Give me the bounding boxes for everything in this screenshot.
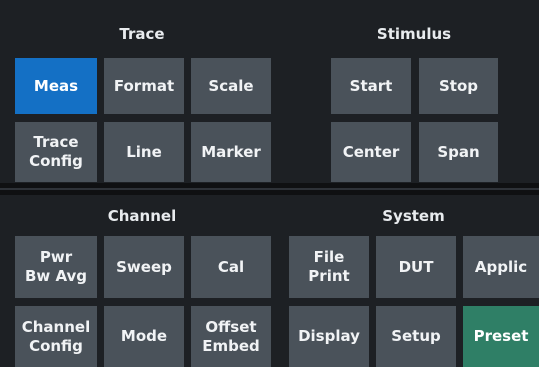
span-label: Span bbox=[437, 142, 480, 161]
dut-label: DUT bbox=[398, 257, 434, 276]
mode-label: Mode bbox=[120, 327, 168, 345]
format-button[interactable]: Format bbox=[104, 58, 184, 114]
channel-group-title: Channel bbox=[107, 207, 177, 225]
preset-label: Preset bbox=[473, 327, 529, 345]
panel-divider-line bbox=[0, 188, 539, 190]
meas-label: Meas bbox=[33, 76, 79, 95]
file-print-button[interactable]: File Print bbox=[289, 236, 369, 298]
channel-config-label: Channel Config bbox=[21, 317, 91, 355]
pwr-bw-avg-label: Pwr Bw Avg bbox=[24, 248, 88, 285]
applic-button[interactable]: Applic bbox=[463, 236, 539, 298]
center-label: Center bbox=[342, 142, 400, 161]
scale-label: Scale bbox=[208, 76, 254, 95]
scale-button[interactable]: Scale bbox=[191, 58, 271, 114]
mode-button[interactable]: Mode bbox=[104, 306, 184, 367]
span-button[interactable]: Span bbox=[419, 122, 498, 182]
line-button[interactable]: Line bbox=[104, 122, 184, 182]
start-label: Start bbox=[349, 76, 393, 95]
marker-button[interactable]: Marker bbox=[191, 122, 271, 182]
sweep-button[interactable]: Sweep bbox=[104, 236, 184, 298]
meas-button[interactable]: Meas bbox=[15, 58, 97, 114]
applic-label: Applic bbox=[474, 257, 528, 276]
stop-label: Stop bbox=[438, 76, 479, 95]
line-label: Line bbox=[126, 142, 162, 161]
sweep-label: Sweep bbox=[116, 257, 172, 276]
cal-button[interactable]: Cal bbox=[191, 236, 271, 298]
stop-button[interactable]: Stop bbox=[419, 58, 498, 114]
stimulus-group-title: Stimulus bbox=[376, 25, 452, 43]
start-button[interactable]: Start bbox=[331, 58, 411, 114]
channel-config-button[interactable]: Channel Config bbox=[15, 306, 97, 367]
system-group-title: System bbox=[382, 207, 445, 225]
pwr-bw-avg-button[interactable]: Pwr Bw Avg bbox=[15, 236, 97, 298]
trace-group-title: Trace bbox=[119, 25, 165, 43]
offset-embed-button[interactable]: Offset Embed bbox=[191, 306, 271, 367]
display-button[interactable]: Display bbox=[289, 306, 369, 367]
setup-label: Setup bbox=[391, 327, 441, 345]
format-label: Format bbox=[113, 76, 175, 95]
center-button[interactable]: Center bbox=[331, 122, 411, 182]
preset-button[interactable]: Preset bbox=[463, 306, 539, 367]
trace-config-label: Trace Config bbox=[29, 133, 83, 170]
display-label: Display bbox=[298, 327, 360, 345]
file-print-label: File Print bbox=[308, 248, 350, 285]
marker-label: Marker bbox=[201, 142, 261, 161]
trace-config-button[interactable]: Trace Config bbox=[15, 122, 97, 182]
setup-button[interactable]: Setup bbox=[376, 306, 456, 367]
offset-embed-label: Offset Embed bbox=[202, 317, 260, 355]
cal-label: Cal bbox=[217, 257, 245, 276]
dut-button[interactable]: DUT bbox=[376, 236, 456, 298]
